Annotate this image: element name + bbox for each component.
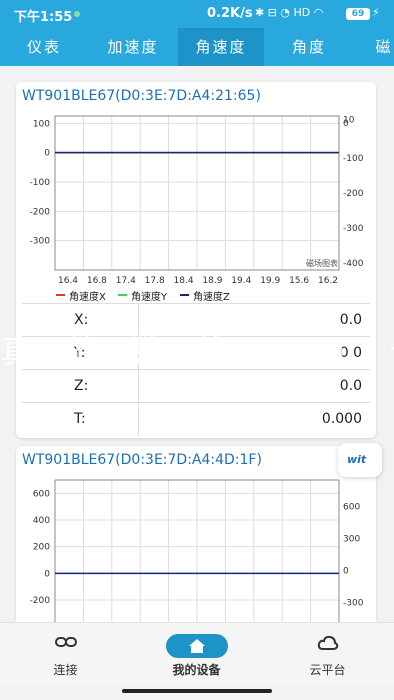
y-left-tick-label: 400 xyxy=(33,516,50,526)
legend-swatch-y xyxy=(118,294,127,296)
x-tick-label: 19.9 xyxy=(260,276,280,286)
y-left-tick-label: 100 xyxy=(33,119,50,129)
y-left-tick-label: -300 xyxy=(30,237,51,247)
x-tick-label: 18.4 xyxy=(174,276,194,286)
y-right-tick-label: -200 xyxy=(343,189,364,199)
home-indicator[interactable] xyxy=(122,689,272,693)
y-right-tick-label: 0 xyxy=(343,567,349,577)
y-right-tick-label: -100 xyxy=(343,154,364,164)
nav-label: 云平台 xyxy=(309,663,346,677)
angular-velocity-chart-2: 6004002000-200-400 6003000-300-600 xyxy=(30,479,364,626)
y-right-tick-label: 300 xyxy=(343,535,360,545)
status-icons: ✱ ⊟ ◔ HD ◠ xyxy=(255,6,324,19)
notification-dot-icon xyxy=(74,11,80,17)
y-left-tick-label: 0 xyxy=(44,569,50,579)
chart-corner-label: 磁场图表 xyxy=(306,258,338,268)
tab-bar: 仪表 加速度 角速度 角度 磁 xyxy=(0,28,394,66)
x-tick-label: 17.8 xyxy=(145,276,165,286)
charging-icon: ⚡ xyxy=(372,6,380,19)
tab-acceleration[interactable]: 加速度 xyxy=(88,28,178,66)
row-value: 0.000 xyxy=(321,411,362,427)
legend-swatch-x xyxy=(56,294,65,296)
legend-swatch-z xyxy=(180,294,189,296)
tab-magnetic[interactable]: 磁 xyxy=(354,28,394,66)
home-icon xyxy=(188,639,205,653)
row-label: T: xyxy=(74,411,86,427)
tab-angle[interactable]: 角度 xyxy=(264,28,354,66)
battery-icon: 69 xyxy=(346,8,370,20)
status-time: 下午1:55 xyxy=(14,10,73,25)
y-right-tick-label: -300 xyxy=(343,599,364,609)
value-row-z: Z: 0.0 xyxy=(22,369,370,403)
y-right-tick-label: -400 xyxy=(343,259,364,269)
legend-label-x: 角速度X xyxy=(69,292,106,303)
wit-logo-button[interactable]: wit xyxy=(338,443,382,477)
x-tick-label: 16.8 xyxy=(87,276,107,286)
y-left-tick-label: -100 xyxy=(30,178,51,188)
y-left-tick-label: -200 xyxy=(30,596,51,606)
active-indicator xyxy=(165,634,228,658)
legend-label-y: 角速度Y xyxy=(131,292,168,303)
device-title: WT901BLE67(D0:3E:7D:A4:4D:1F) xyxy=(22,452,262,468)
y-left-tick-label: 0 xyxy=(44,149,50,159)
bottom-nav: 连接 我的设备 云平台 xyxy=(0,622,394,684)
network-speed: 0.2K/s xyxy=(207,6,253,21)
tab-angular-velocity[interactable]: 角速度 xyxy=(178,28,264,66)
y-right-tick-label: 0 xyxy=(343,119,349,129)
x-tick-label: 18.9 xyxy=(202,276,222,286)
cloud-icon xyxy=(317,635,338,650)
value-row-t: T: 0.000 xyxy=(22,402,370,436)
x-tick-label: 16.4 xyxy=(58,276,78,286)
y-right-tick-label: -300 xyxy=(343,224,364,234)
nav-label: 连接 xyxy=(53,663,78,677)
watermark-text: 真 他 数 的 平 页 仓 区 xyxy=(0,333,394,365)
x-tick-label: 19.4 xyxy=(231,276,251,286)
y-right-tick-label: 600 xyxy=(343,503,360,513)
x-tick-label: 16.2 xyxy=(318,276,338,286)
legend-label-z: 角速度Z xyxy=(193,292,230,303)
row-label: Z: xyxy=(74,378,89,394)
status-bar: 下午1:55 0.2K/s ✱ ⊟ ◔ HD ◠ 69 ⚡ xyxy=(0,0,394,28)
nav-label: 我的设备 xyxy=(172,663,221,677)
wit-logo-icon: wit xyxy=(347,453,367,466)
y-left-tick-label: 600 xyxy=(33,489,50,499)
chart-grid xyxy=(55,116,339,270)
tab-dashboard[interactable]: 仪表 xyxy=(0,28,88,66)
nav-my-devices[interactable]: 我的设备 xyxy=(131,623,262,685)
x-tick-label: 17.4 xyxy=(116,276,136,286)
nav-cloud[interactable]: 云平台 xyxy=(262,623,393,685)
row-value: 0.0 xyxy=(339,378,362,394)
nav-connect[interactable]: 连接 xyxy=(0,623,131,685)
link-icon xyxy=(54,637,77,647)
value-table: X: 0.0 Y: 0.0 Z: 0.0 T: 0.000 xyxy=(22,303,370,436)
device-card-1[interactable]: WT901BLE67(D0:3E:7D:A4:21:65) 100 0 -100 -2… xyxy=(16,82,376,438)
x-tick-label: 15.6 xyxy=(289,276,309,286)
y-left-tick-label: -200 xyxy=(30,207,51,217)
y-left-tick-label: 200 xyxy=(33,543,50,553)
device-title: WT901BLE67(D0:3E:7D:A4:21:65) xyxy=(22,88,261,104)
device-card-2[interactable]: WT901BLE67(D0:3E:7D:A4:4D:1F) 600 400 200 0… xyxy=(16,446,376,626)
